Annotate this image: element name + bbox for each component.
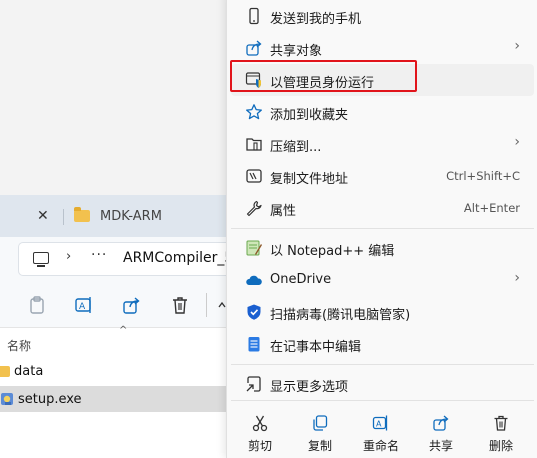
wrench-icon <box>246 200 262 217</box>
rename-icon: A <box>372 415 388 431</box>
file-name: setup.exe <box>18 391 82 407</box>
menu-item-label: 扫描病毒(腾讯电脑管家) <box>270 308 411 323</box>
menu-item-label: 复制文件地址 <box>270 172 349 187</box>
paste-icon[interactable] <box>27 295 47 315</box>
menu-item-label: 添加到收藏夹 <box>270 108 349 123</box>
svg-text:A: A <box>79 302 86 312</box>
menu-item-scan-virus[interactable]: 扫描病毒(腾讯电脑管家) <box>231 296 534 328</box>
file-name: data <box>14 363 44 379</box>
menu-item-properties[interactable]: 属性 Alt+Enter <box>231 192 534 224</box>
share-icon[interactable] <box>122 295 142 315</box>
this-pc-icon[interactable] <box>33 252 49 267</box>
toolbar-separator <box>206 293 207 317</box>
menu-item-label: 发送到我的手机 <box>270 12 362 27</box>
menu-item-edit-notepad[interactable]: 在记事本中编辑 <box>231 328 534 360</box>
menu-item-compress-to[interactable]: 压缩到... › <box>231 128 534 160</box>
more-options-icon <box>246 376 261 392</box>
phone-icon <box>249 7 259 25</box>
action-label: 剪切 <box>247 439 272 453</box>
menu-divider <box>231 364 534 365</box>
folder-icon <box>74 207 90 222</box>
trash-icon[interactable] <box>170 295 190 315</box>
column-header-name[interactable]: 名称 <box>7 337 31 354</box>
shortcut-text: Alt+Enter <box>463 201 520 215</box>
share-button[interactable]: 共享 <box>410 400 472 458</box>
path-icon <box>246 169 262 183</box>
menu-item-add-to-favorites[interactable]: 添加到收藏夹 <box>231 96 534 128</box>
tab-mdk-arm[interactable]: MDK-ARM <box>74 203 162 229</box>
action-label: 共享 <box>428 439 453 453</box>
chevron-right-icon[interactable]: › <box>66 249 71 264</box>
sort-icon[interactable] <box>218 295 226 315</box>
sort-ascending-icon: ^ <box>119 325 128 336</box>
trash-icon <box>494 415 508 431</box>
cloud-icon <box>246 275 262 285</box>
chevron-right-icon: › <box>514 38 520 54</box>
rename-icon[interactable]: A <box>74 295 94 315</box>
notepadpp-icon <box>246 240 262 256</box>
zip-icon <box>246 138 262 151</box>
menu-item-label: 属性 <box>270 204 297 219</box>
tab-label: MDK-ARM <box>100 208 162 224</box>
action-label: 删除 <box>488 439 513 453</box>
cut-button[interactable]: 剪切 <box>229 400 291 458</box>
copy-button[interactable]: 复制 <box>289 400 351 458</box>
tab-separator <box>63 209 64 225</box>
menu-item-edit-notepadpp[interactable]: 以 Notepad++ 编辑 <box>231 232 534 264</box>
menu-item-label: 显示更多选项 <box>270 380 349 395</box>
rename-button[interactable]: A 重命名 <box>350 400 412 458</box>
menu-item-label: 在记事本中编辑 <box>270 340 362 355</box>
star-icon <box>246 104 262 120</box>
menu-item-more-options[interactable]: 显示更多选项 <box>231 368 534 400</box>
share-icon <box>433 415 449 431</box>
chevron-right-icon: › <box>514 270 520 286</box>
delete-button[interactable]: 删除 <box>470 400 532 458</box>
menu-item-label: 共享对象 <box>270 44 323 59</box>
menu-item-send-to-phone[interactable]: 发送到我的手机 <box>231 0 534 32</box>
menu-item-label: OneDrive <box>270 272 332 287</box>
more-path-icon[interactable]: ··· <box>91 247 107 263</box>
menu-item-label: 以 Notepad++ 编辑 <box>270 244 395 259</box>
scissors-icon <box>252 415 268 432</box>
quick-actions-bar: 剪切 复制 A 重命名 共享 删除 <box>226 400 537 458</box>
close-tab-icon[interactable]: ✕ <box>37 208 49 224</box>
shortcut-text: Ctrl+Shift+C <box>446 169 520 183</box>
folder-icon <box>0 365 10 377</box>
guard-icon <box>247 304 261 320</box>
svg-text:A: A <box>376 420 382 429</box>
menu-item-label: 压缩到... <box>270 140 322 155</box>
share-icon <box>246 40 262 56</box>
menu-item-copy-path[interactable]: 复制文件地址 Ctrl+Shift+C <box>231 160 534 192</box>
highlight-box <box>230 60 417 92</box>
action-label: 重命名 <box>362 439 399 453</box>
copy-icon <box>313 415 328 431</box>
action-label: 复制 <box>307 439 332 453</box>
notepad-icon <box>248 337 260 352</box>
menu-item-onedrive[interactable]: OneDrive › <box>231 264 534 296</box>
chevron-right-icon: › <box>514 134 520 150</box>
menu-divider <box>231 228 534 229</box>
setup-exe-icon <box>1 393 13 405</box>
